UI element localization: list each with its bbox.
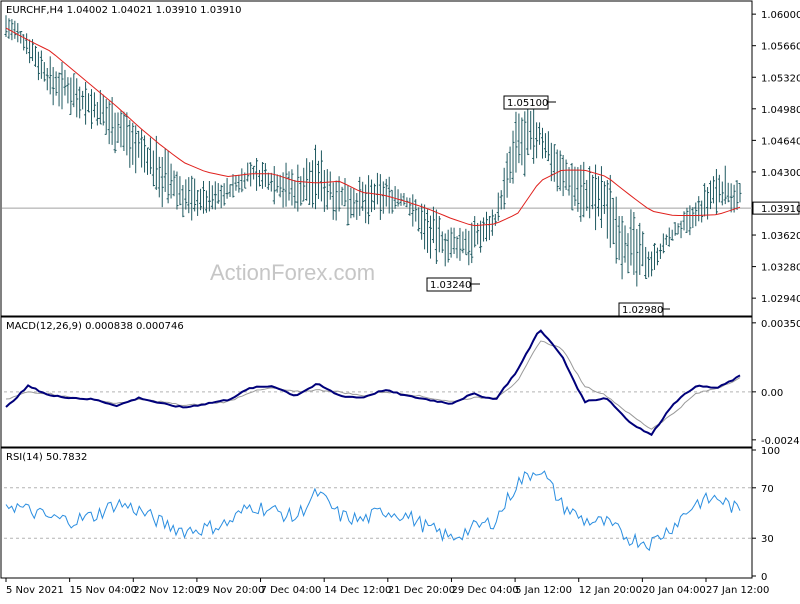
price-axis-label: 1.05320 bbox=[761, 73, 800, 84]
x-axis-label: 12 Jan 20:00 bbox=[579, 585, 642, 596]
price-header: EURCHF,H4 1.04002 1.04021 1.03910 1.0391… bbox=[6, 5, 242, 16]
price-axis-label: 1.03280 bbox=[761, 263, 800, 274]
macd-axis-label: 0.003505 bbox=[761, 319, 800, 330]
macd-axis-label: 0.00 bbox=[761, 388, 783, 399]
x-axis-label: 7 Dec 04:00 bbox=[261, 585, 322, 596]
macd-header: MACD(12,26,9) 0.000838 0.000746 bbox=[6, 321, 184, 332]
price-axis-label: 1.05660 bbox=[761, 42, 800, 53]
rsi-axis-label: 70 bbox=[761, 484, 774, 495]
x-axis-label: 15 Nov 04:00 bbox=[70, 585, 137, 596]
macd-main-line bbox=[5, 329, 741, 437]
x-axis-label: 5 Jan 12:00 bbox=[515, 585, 572, 596]
price-callout-label: 1.03240 bbox=[430, 280, 471, 291]
x-axis-label: 22 Nov 12:00 bbox=[133, 585, 200, 596]
x-axis-label: 29 Dec 04:00 bbox=[451, 585, 518, 596]
rsi-axis-label: 0 bbox=[761, 572, 767, 583]
x-axis-label: 5 Nov 2021 bbox=[6, 585, 64, 596]
x-axis-label: 29 Nov 20:00 bbox=[197, 585, 264, 596]
x-axis-label: 21 Dec 20:00 bbox=[388, 585, 455, 596]
price-callout-label: 1.05100 bbox=[507, 98, 548, 109]
price-axis-label: 1.02940 bbox=[761, 294, 800, 305]
current-price-label: 1.03910 bbox=[761, 204, 800, 215]
price-axis-label: 1.04640 bbox=[761, 136, 800, 147]
x-axis-label: 20 Jan 04:00 bbox=[642, 585, 705, 596]
rsi-header: RSI(14) 50.7832 bbox=[6, 452, 87, 463]
rsi-axis-label: 100 bbox=[761, 446, 780, 457]
chart-canvas: ActionForex.com 1.06000 1.05660 1.05320 1.0… bbox=[0, 0, 800, 596]
eurchf-chart: ActionForex.com 1.06000 1.05660 1.05320 1.0… bbox=[0, 0, 800, 600]
price-axis-label: 1.04980 bbox=[761, 105, 800, 116]
rsi-axis-label: 30 bbox=[761, 534, 774, 545]
price-axis-label: 1.03620 bbox=[761, 231, 800, 242]
moving-average-line bbox=[5, 27, 741, 227]
price-axis-label: 1.04300 bbox=[761, 168, 800, 179]
macd-signal-line bbox=[5, 340, 741, 430]
x-axis-label: 27 Jan 12:00 bbox=[706, 585, 769, 596]
price-callout-label: 1.02980 bbox=[622, 305, 663, 316]
x-axis-label: 14 Dec 12:00 bbox=[324, 585, 391, 596]
price-axis-label: 1.06000 bbox=[761, 10, 800, 21]
watermark: ActionForex.com bbox=[210, 260, 375, 285]
